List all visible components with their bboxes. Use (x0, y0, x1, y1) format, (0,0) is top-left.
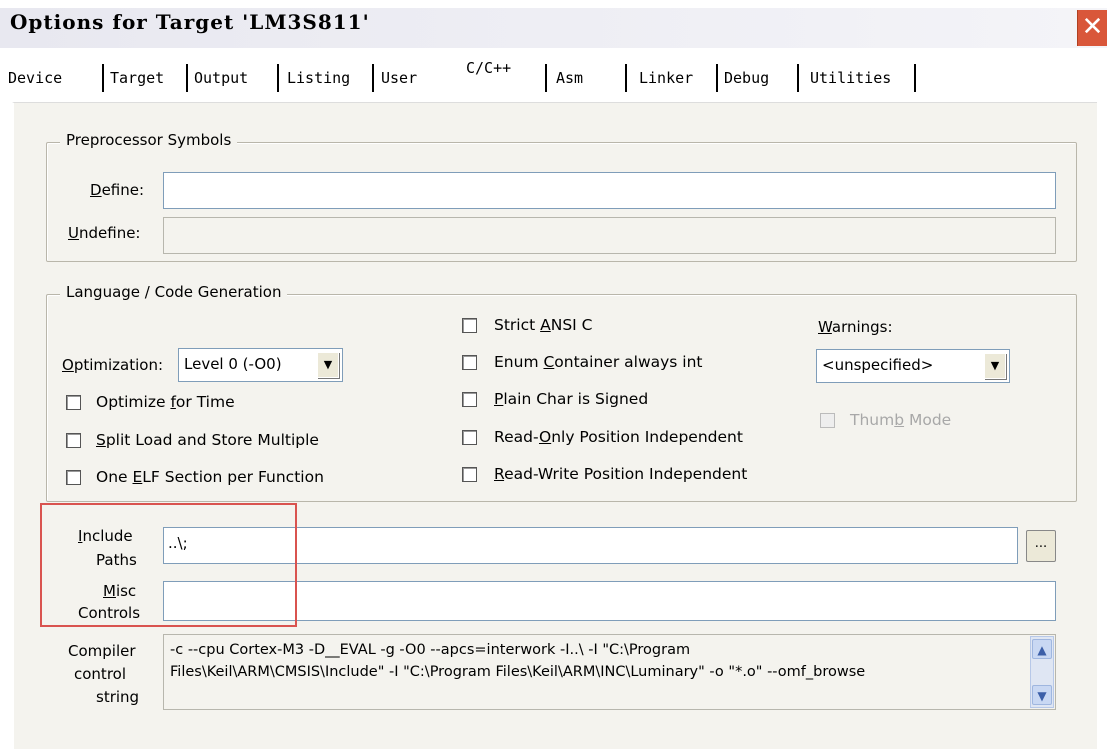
compiler-label-line2: control (74, 665, 126, 683)
tab-separator (545, 64, 547, 92)
compiler-label-line1: Compiler (68, 642, 136, 660)
optimize-time-label: Optimize for Time (96, 393, 235, 411)
compiler-label-line3: string (96, 688, 140, 706)
tab-listing[interactable]: Listing (287, 64, 350, 92)
rw-pi-label: Read-Write Position Independent (494, 465, 748, 483)
tab-separator (625, 64, 627, 92)
codegen-legend: Language / Code Generation (60, 283, 288, 301)
tab-debug[interactable]: Debug (724, 64, 769, 92)
tab-separator (102, 64, 104, 92)
plain-char-checkbox[interactable] (462, 392, 477, 407)
strict-ansi-label: Strict ANSI C (494, 316, 593, 334)
tab-separator (716, 64, 718, 92)
split-load-checkbox[interactable] (66, 433, 81, 448)
one-elf-checkbox[interactable] (66, 470, 81, 485)
enum-container-label: Enum Container always int (494, 353, 703, 371)
top-strip (0, 0, 1107, 8)
compiler-line-1: -c --cpu Cortex-M3 -D__EVAL -g -O0 --apc… (170, 642, 691, 658)
optimization-select[interactable]: Level 0 (-O0) ▼ (178, 348, 343, 382)
preprocessor-legend: Preprocessor Symbols (60, 131, 238, 149)
warnings-value: <unspecified> (822, 356, 934, 374)
scroll-down-icon[interactable]: ▼ (1032, 685, 1052, 705)
include-browse-button[interactable]: ... (1026, 530, 1056, 562)
warnings-label: Warnings: (818, 318, 893, 336)
thumb-mode-checkbox[interactable] (820, 413, 835, 428)
tab-target[interactable]: Target (110, 64, 164, 92)
tab-output[interactable]: Output (194, 64, 248, 92)
warnings-select[interactable]: <unspecified> ▼ (816, 349, 1010, 383)
compiler-line-2: Files\Keil\ARM\CMSIS\Include" -I "C:\Pro… (170, 664, 866, 680)
highlight-box (40, 503, 297, 627)
compiler-control-string[interactable]: -c --cpu Cortex-M3 -D__EVAL -g -O0 --apc… (163, 634, 1056, 710)
tab-device[interactable]: Device (8, 64, 62, 92)
split-load-label: Split Load and Store Multiple (96, 431, 319, 449)
optimization-value: Level 0 (-O0) (184, 355, 282, 373)
close-button[interactable]: ✕ (1077, 10, 1107, 46)
tab-separator (277, 64, 279, 92)
chevron-down-icon[interactable]: ▼ (984, 353, 1006, 379)
define-input[interactable] (163, 172, 1056, 209)
optimization-label: Optimization: (62, 356, 164, 374)
tab-separator (372, 64, 374, 92)
tab-utilities[interactable]: Utilities (810, 64, 891, 92)
thumb-mode-label: Thumb Mode (850, 411, 952, 429)
strict-ansi-checkbox[interactable] (462, 318, 477, 333)
tab-strip (0, 48, 1107, 102)
tab-separator (186, 64, 188, 92)
enum-container-checkbox[interactable] (462, 355, 477, 370)
tab-asm[interactable]: Asm (556, 64, 583, 92)
plain-char-label: Plain Char is Signed (494, 390, 649, 408)
tab-user[interactable]: User (381, 64, 417, 92)
optimize-time-checkbox[interactable] (66, 395, 81, 410)
tab-c-cpp[interactable]: C/C++ (466, 54, 511, 82)
tab-linker[interactable]: Linker (639, 64, 693, 92)
ro-pi-label: Read-Only Position Independent (494, 428, 743, 446)
rw-pi-checkbox[interactable] (462, 467, 477, 482)
chevron-down-icon[interactable]: ▼ (317, 352, 339, 378)
undefine-label: Undefine: (68, 224, 141, 242)
window-title: Options for Target 'LM3S811' (10, 10, 370, 34)
undefine-input[interactable] (163, 217, 1056, 254)
ro-pi-checkbox[interactable] (462, 430, 477, 445)
define-label: Define: (90, 181, 145, 199)
tab-separator (797, 64, 799, 92)
scroll-up-icon[interactable]: ▲ (1032, 639, 1052, 659)
tab-separator (914, 64, 916, 92)
one-elf-label: One ELF Section per Function (96, 468, 324, 486)
